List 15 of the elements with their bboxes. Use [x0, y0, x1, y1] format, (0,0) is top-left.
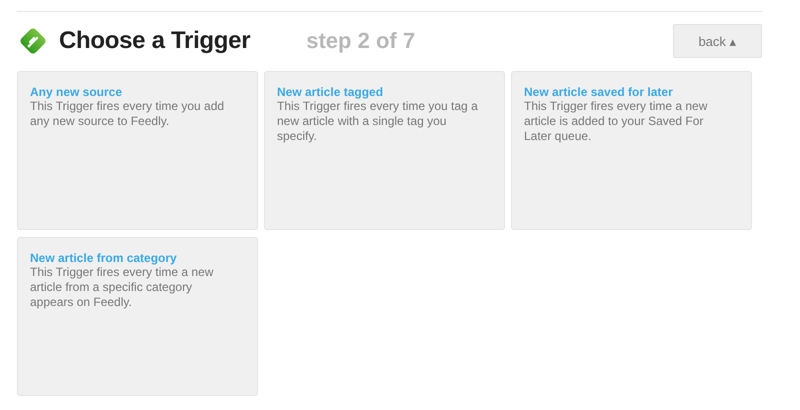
trigger-description: This Trigger fires every time you add any new source to Feedly.: [30, 99, 226, 129]
trigger-card[interactable]: New article tagged This Trigger fires every time you tag a new article with a single tag you specify.: [264, 71, 505, 230]
back-button[interactable]: back ▴: [673, 24, 762, 58]
page-title: Choose a Trigger: [59, 27, 250, 55]
trigger-description: This Trigger fires every time a new article from a specific category appears on Feedly.: [30, 265, 214, 310]
trigger-title[interactable]: New article from category: [30, 251, 235, 265]
trigger-title[interactable]: Any new source: [30, 85, 235, 99]
trigger-card[interactable]: Any new source This Trigger fires every time you add any new source to Feedly.: [17, 71, 258, 230]
trigger-title[interactable]: New article tagged: [277, 85, 482, 99]
trigger-description: This Trigger fires every time a new article is added to your Saved For Later queue.: [524, 99, 708, 144]
step-indicator: step 2 of 7: [306, 28, 416, 54]
trigger-card[interactable]: New article saved for later This Trigger fires every time a new article is added to your Saved For Later queue.: [511, 71, 752, 230]
trigger-title[interactable]: New article saved for later: [524, 85, 729, 99]
trigger-card[interactable]: New article from category This Trigger fires every time a new article from a specific category appears on Feedly.: [17, 237, 258, 396]
trigger-description: This Trigger fires every time you tag a new article with a single tag you specify.: [277, 99, 479, 144]
